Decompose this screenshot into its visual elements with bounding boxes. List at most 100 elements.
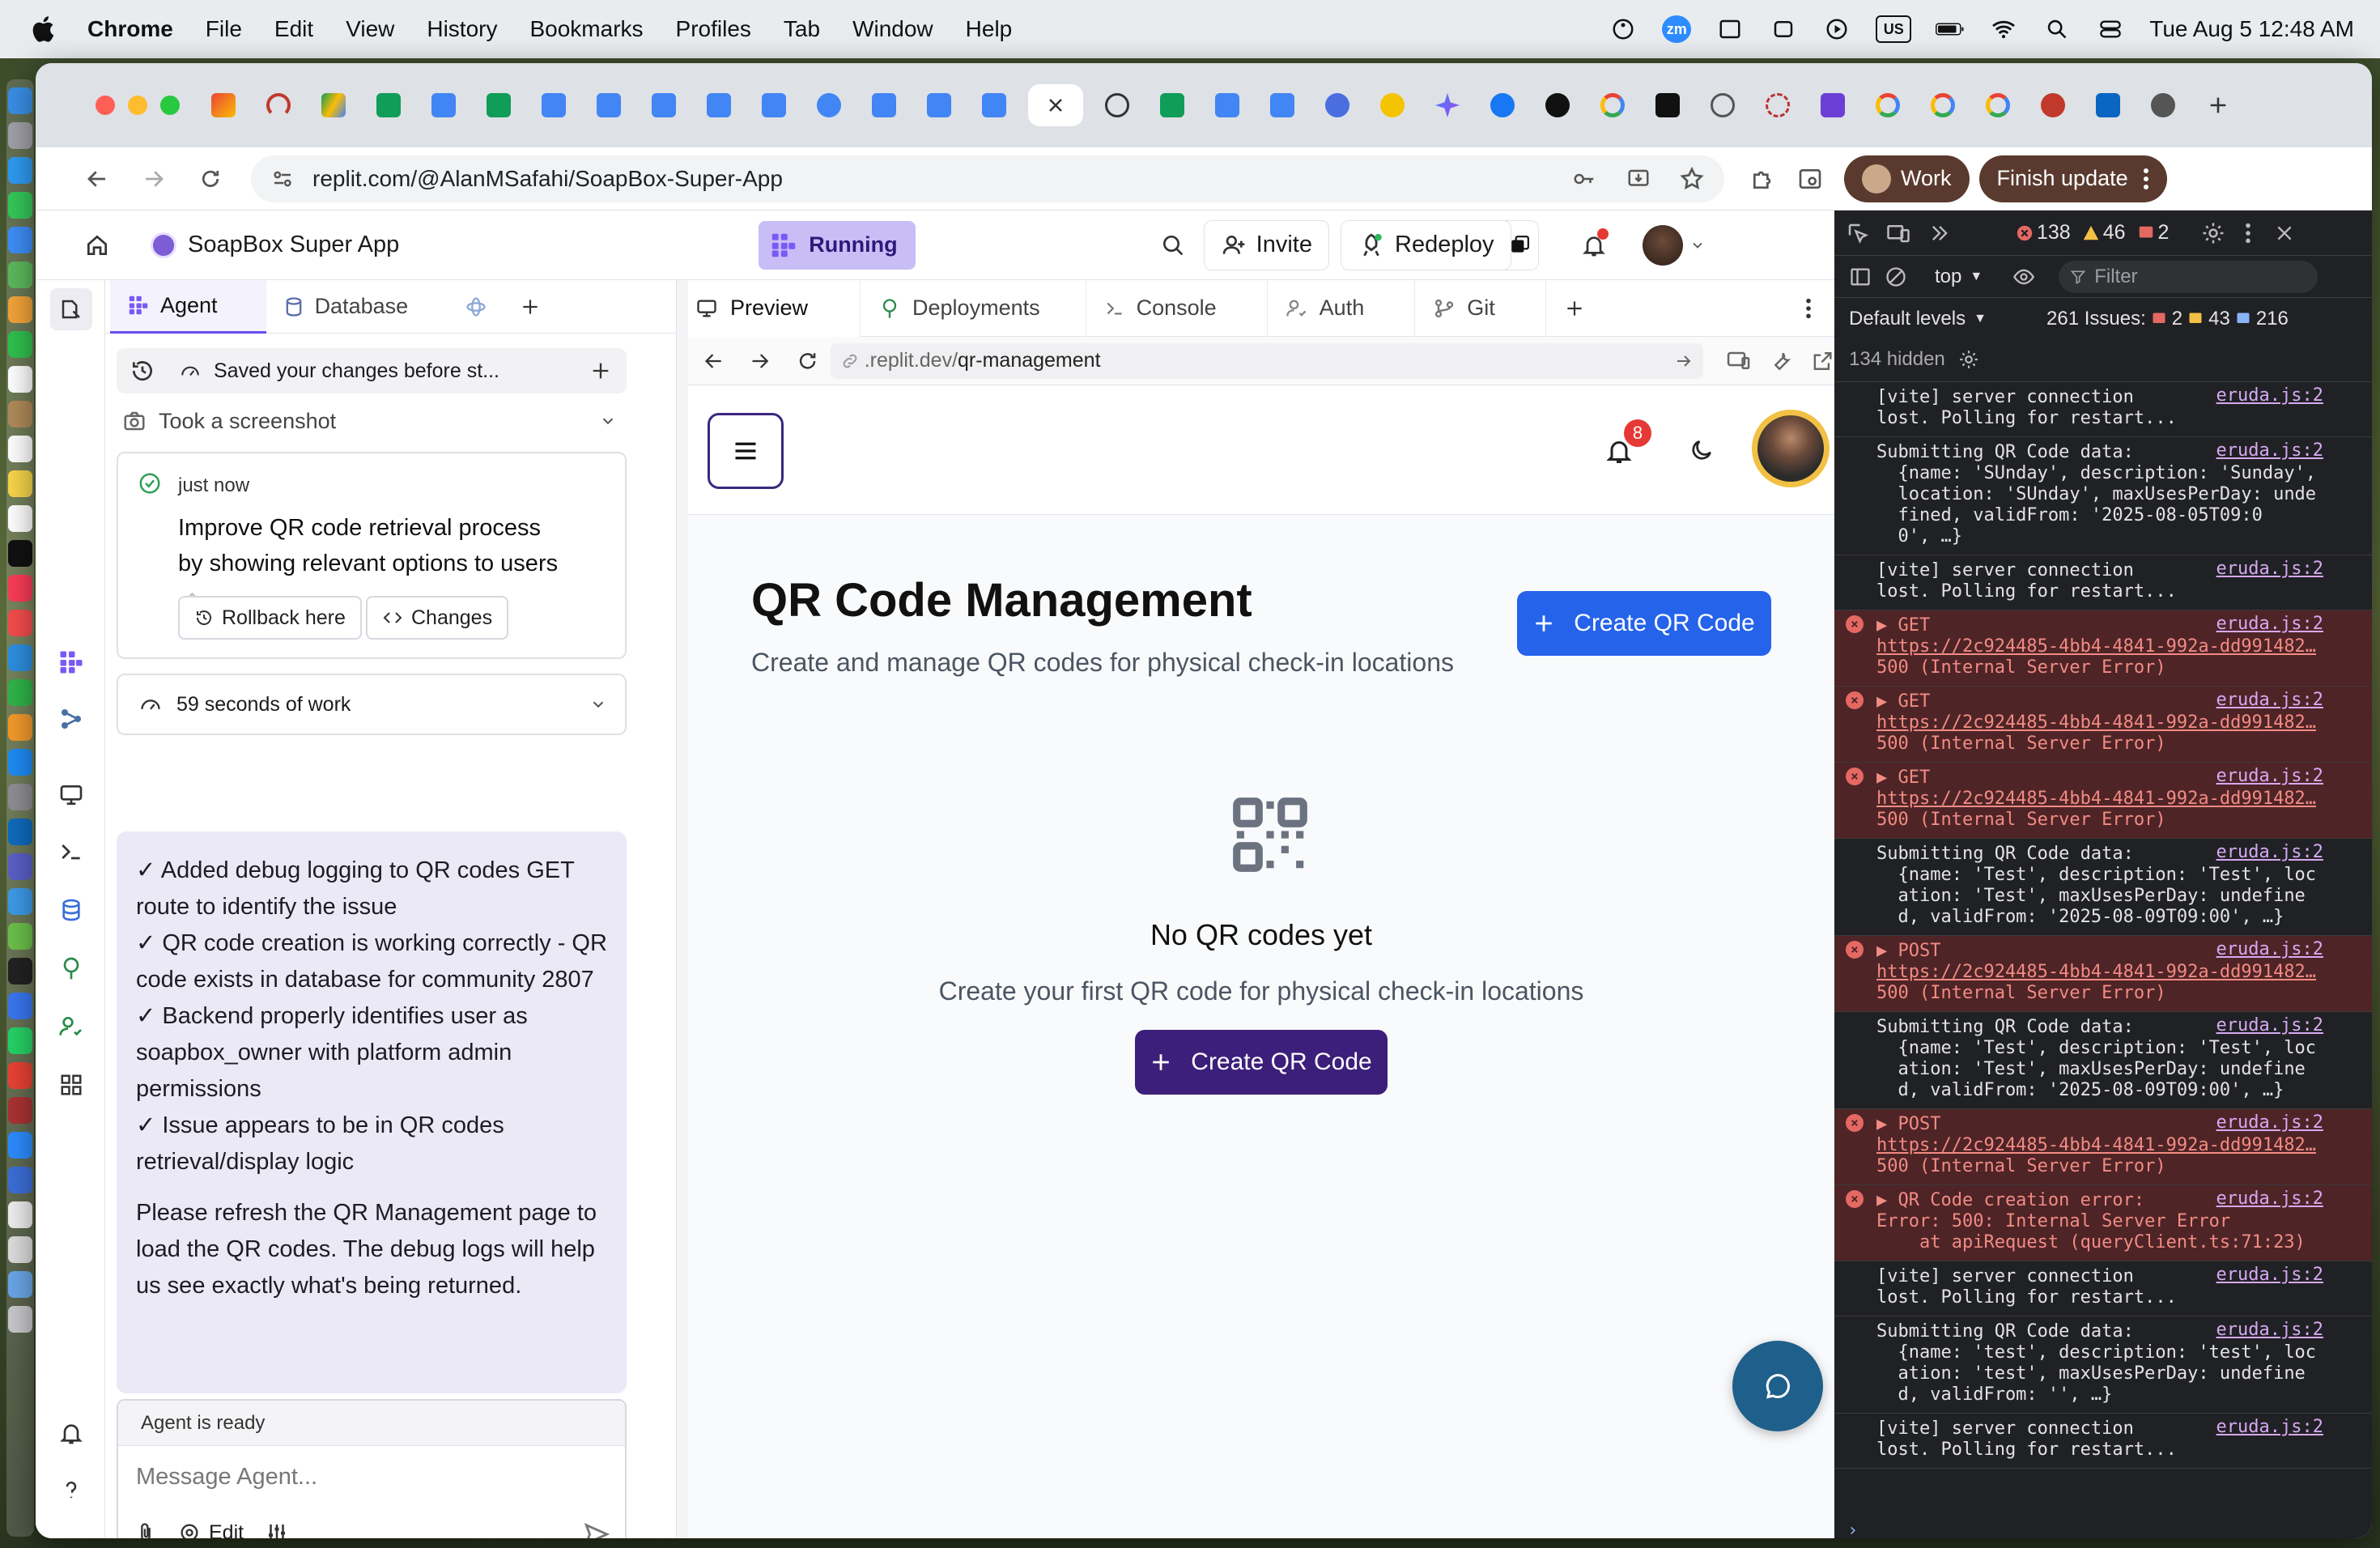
user-menu-button[interactable] (1642, 224, 1706, 266)
tab-misc-1[interactable] (1702, 84, 1744, 126)
app-notifications-button[interactable]: 8 (1604, 419, 1651, 466)
tab-x[interactable] (1647, 84, 1689, 126)
teams-icon[interactable] (1769, 15, 1798, 43)
notifications-button[interactable] (1581, 228, 1609, 259)
log-levels-dropdown[interactable]: Default levels ▼ (1849, 308, 1987, 330)
menu-bookmarks[interactable]: Bookmarks (529, 16, 643, 42)
menu-profiles[interactable]: Profiles (676, 16, 751, 42)
tab-docs-8[interactable] (918, 84, 960, 126)
tab-extra[interactable] (448, 280, 504, 334)
attach-icon[interactable] (134, 1520, 157, 1538)
chat-fab-button[interactable] (1732, 1341, 1823, 1431)
send-icon[interactable] (583, 1520, 610, 1538)
info-count[interactable]: 2 (2137, 221, 2169, 245)
settings-gear-icon[interactable] (2201, 221, 2225, 245)
invite-button[interactable]: Invite (1203, 219, 1329, 270)
maps-icon[interactable] (8, 262, 32, 288)
menu-help[interactable]: Help (966, 16, 1013, 42)
apple-icon[interactable] (29, 13, 60, 45)
wifi-icon[interactable] (1989, 15, 2018, 43)
changes-button[interactable]: Changes (366, 596, 509, 640)
finder-icon[interactable] (8, 87, 32, 114)
trash-icon[interactable] (8, 1306, 32, 1333)
tab-docs-11[interactable] (1261, 84, 1303, 126)
console-log-entry[interactable]: [vite] server connection lost. Polling fo… (1834, 555, 2372, 610)
console-log-entry[interactable]: [vite] server connection lost. Polling fo… (1834, 1414, 2372, 1469)
close-devtools-icon[interactable] (2274, 223, 2295, 244)
maximize-window-button[interactable] (160, 96, 180, 115)
console-log-entry[interactable]: [vite] server connection lost. Polling fo… (1834, 382, 2372, 437)
tab-github[interactable] (1536, 84, 1579, 126)
console-source-link[interactable]: eruda.js:2 (2216, 1265, 2323, 1286)
tab-sheets-3[interactable] (1151, 84, 1193, 126)
menu-clock[interactable]: Tue Aug 5 12:48 AM (2149, 16, 2354, 42)
safari-icon[interactable] (8, 157, 32, 184)
tab-misc-3[interactable] (1812, 84, 1854, 126)
tab-console[interactable]: Console (1086, 279, 1268, 337)
new-chat-plus-icon[interactable] (589, 359, 612, 382)
profile-button[interactable]: Work (1844, 155, 1970, 202)
tab-gemini[interactable] (1426, 84, 1468, 126)
console-source-link[interactable]: eruda.js:2 (2216, 1417, 2323, 1438)
display-icon[interactable] (8, 1236, 32, 1263)
add-work-tab-button[interactable] (1546, 280, 1603, 337)
screenshot-action-row[interactable]: Took a screenshot (118, 398, 628, 444)
numbers-icon[interactable] (8, 679, 32, 706)
wrench-icon[interactable] (1770, 349, 1793, 373)
tab-chatgpt[interactable] (1096, 84, 1138, 126)
signal-icon[interactable] (8, 993, 32, 1019)
tab-auth[interactable]: Auth (1268, 279, 1416, 337)
tab-docs-6[interactable] (753, 84, 795, 126)
tab-replit-active[interactable] (1028, 84, 1083, 126)
tab-docs-3[interactable] (588, 84, 630, 126)
deployments-tool-button[interactable] (55, 952, 87, 985)
tab-google-3[interactable] (1922, 84, 1964, 126)
new-tab-button[interactable] (2197, 84, 2239, 126)
console-source-link[interactable]: eruda.js:2 (2216, 559, 2323, 580)
outlook-dock-icon[interactable] (8, 819, 32, 845)
freeform-icon[interactable] (8, 505, 32, 532)
utility-icon[interactable] (8, 1167, 32, 1193)
settings-icon[interactable] (8, 784, 32, 810)
tab-sheets-2[interactable] (478, 84, 520, 126)
arrow-right-icon[interactable] (749, 350, 771, 372)
preview-tool-button[interactable] (55, 779, 87, 811)
tab-misc-2[interactable] (1757, 84, 1799, 126)
inspect-element-icon[interactable] (1846, 221, 1870, 245)
keynote-icon[interactable] (8, 644, 32, 671)
home-button[interactable] (81, 229, 113, 262)
tab-docs-9[interactable] (973, 84, 1015, 126)
issues-summary[interactable]: 261 Issues: 2 43 216 (2046, 308, 2289, 330)
forward-button[interactable] (134, 159, 173, 198)
terminal-icon[interactable] (8, 958, 32, 985)
app-store-icon[interactable] (8, 749, 32, 776)
console-error-entry[interactable]: × ▶ GET https://2c924485-4bb4-4841-992a-dd… (1834, 610, 2372, 687)
document-icon[interactable] (8, 1201, 32, 1228)
photos-icon[interactable] (8, 296, 32, 323)
bookmark-star-icon[interactable] (1679, 166, 1705, 192)
reminders-icon[interactable] (8, 436, 32, 462)
maps-dock-icon[interactable] (8, 923, 32, 950)
folder-icon[interactable] (8, 1271, 32, 1298)
alerts-button[interactable] (55, 1417, 87, 1449)
tab-google-1[interactable] (1592, 84, 1634, 126)
tab-facebook[interactable] (1481, 84, 1524, 126)
menu-history[interactable]: History (427, 16, 497, 42)
project-name[interactable]: SoapBox Super App (188, 232, 399, 258)
tab-docs-10[interactable] (1206, 84, 1248, 126)
eye-icon[interactable] (2010, 266, 2038, 288)
go-arrow-icon[interactable] (1674, 351, 1694, 371)
whatsapp-icon[interactable] (8, 1027, 32, 1054)
tab-deployments[interactable]: Deployments (861, 279, 1086, 337)
agent-tool-button[interactable] (55, 646, 87, 678)
console-source-link[interactable]: eruda.js:2 (2216, 1112, 2323, 1133)
install-app-icon[interactable] (1626, 167, 1651, 191)
menu-app-name[interactable]: Chrome (87, 16, 173, 42)
battery-icon[interactable] (1936, 15, 1965, 43)
news-icon[interactable] (8, 610, 32, 636)
console-source-link[interactable]: eruda.js:2 (2216, 440, 2323, 461)
preview-url-field[interactable]: .replit.dev/qr-management (830, 342, 1704, 379)
minimize-window-button[interactable] (128, 96, 147, 115)
keyboard-input-icon[interactable]: US (1876, 15, 1912, 43)
facetime-icon[interactable] (8, 331, 32, 358)
